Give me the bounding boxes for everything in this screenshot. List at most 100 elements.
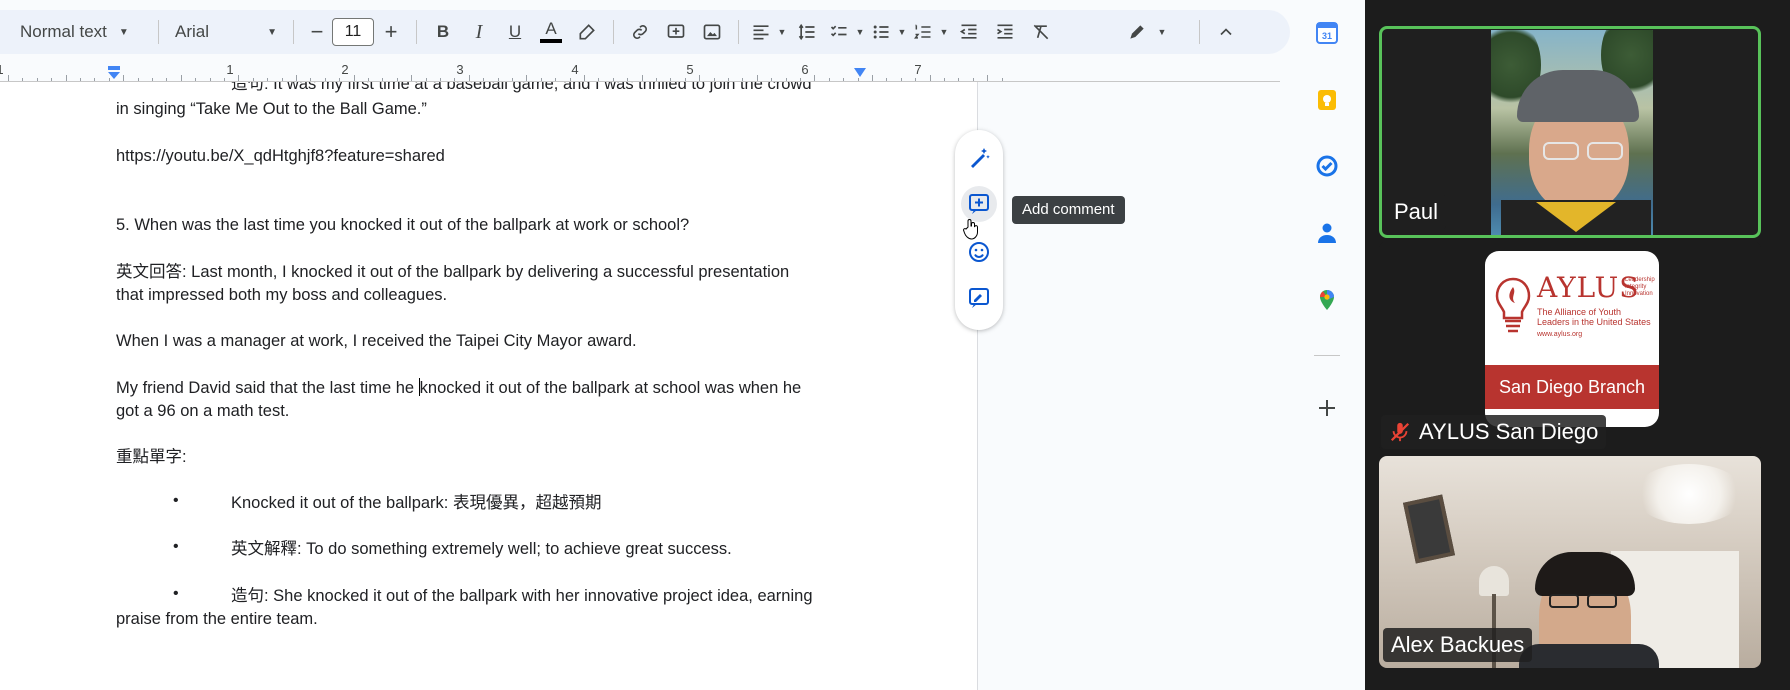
horizontal-ruler[interactable]: 1 1 2 3 4 5 6 7: [0, 62, 1280, 82]
help-me-write-icon[interactable]: [961, 140, 997, 176]
aylus-logo: AYLUS Leadership Integrity Innovation Th…: [1485, 251, 1659, 427]
ruler-tick: [238, 75, 240, 81]
chevron-down-icon[interactable]: ▼: [895, 16, 909, 48]
doc-question: 5. When was the last time you knocked it…: [116, 216, 690, 234]
chevron-down-icon[interactable]: ▼: [775, 16, 789, 48]
rail-divider: [1314, 355, 1340, 356]
toolbar-divider: [293, 20, 294, 44]
ruler-tick: [670, 78, 672, 81]
participant-name: Alex Backues: [1383, 628, 1533, 662]
ruler-tick: [209, 78, 211, 81]
ruler-tick: [281, 78, 283, 81]
text-color-icon[interactable]: A: [533, 16, 569, 48]
document-page[interactable]: • 造句: It was my first time at a baseball…: [0, 82, 978, 690]
toolbar-divider: [158, 20, 159, 44]
link-icon[interactable]: [622, 16, 658, 48]
ruler-tick: [843, 78, 845, 81]
style-select[interactable]: Normal text ▼: [0, 16, 150, 48]
doc-line: My friend David said that the last time …: [116, 377, 801, 400]
font-size-input[interactable]: 11: [332, 18, 374, 46]
bold-icon[interactable]: B: [425, 16, 461, 48]
glasses: [1543, 142, 1579, 160]
text-color-swatch: [540, 39, 562, 43]
participant-tile-paul[interactable]: Paul: [1379, 26, 1761, 238]
doc-text: My friend David said that the last time …: [116, 379, 419, 397]
suggest-edits-icon[interactable]: [961, 280, 997, 316]
decrease-font-size-button[interactable]: −: [302, 16, 332, 48]
doc-line: 造句: She knocked it out of the ballpark w…: [231, 587, 813, 605]
ruler-tick: [65, 75, 67, 81]
add-icon[interactable]: [1314, 395, 1340, 421]
ruler-tick: [195, 78, 197, 81]
ruler-tick: [555, 78, 557, 81]
mouse-pointer-icon: [963, 219, 978, 240]
contacts-icon[interactable]: [1314, 220, 1340, 246]
docs-editor: Normal text ▼ Arial ▼ − 11 + B I U A ▼ ▼…: [0, 0, 1365, 690]
ruler-tick: [886, 78, 888, 81]
glasses: [1549, 594, 1579, 608]
ruler-tick: [382, 78, 384, 81]
ruler-tick: [22, 78, 24, 81]
chevron-down-icon[interactable]: ▼: [853, 16, 867, 48]
editing-mode-icon[interactable]: [1119, 16, 1155, 48]
ruler-tick: [728, 78, 729, 81]
decrease-indent-icon[interactable]: [951, 16, 987, 48]
ruler-tick: [483, 78, 485, 81]
doc-line: 英文解釋: To do something extremely well; to…: [231, 540, 732, 558]
italic-icon[interactable]: I: [461, 16, 497, 48]
participant-tile-aylus[interactable]: AYLUS Leadership Integrity Innovation Th…: [1379, 241, 1761, 453]
ruler-tick: [180, 75, 182, 81]
numbered-list-icon[interactable]: [909, 16, 937, 48]
align-icon[interactable]: [747, 16, 775, 48]
aylus-url: www.aylus.org: [1537, 331, 1583, 338]
add-comment-icon[interactable]: [961, 186, 997, 222]
highlight-icon[interactable]: [569, 16, 605, 48]
collapse-toolbar-icon[interactable]: [1208, 16, 1244, 48]
ruler-tick: [296, 75, 297, 81]
doc-link[interactable]: https://youtu.be/X_qdHtghjf8?feature=sha…: [116, 145, 445, 168]
ruler-tick: [224, 78, 225, 81]
ruler-tick: [368, 78, 369, 81]
bullet-list-icon[interactable]: [867, 16, 895, 48]
clear-formatting-icon[interactable]: [1023, 16, 1059, 48]
participant-video: [1491, 30, 1653, 235]
insert-comment-icon[interactable]: [658, 16, 694, 48]
ruler-tick: [123, 75, 125, 81]
calendar-icon[interactable]: 31: [1314, 20, 1340, 46]
ruler-tick: [958, 78, 960, 81]
chevron-down-icon[interactable]: ▼: [937, 16, 951, 48]
ruler-tick: [713, 78, 715, 81]
ruler-tick: [166, 78, 168, 81]
tasks-icon[interactable]: [1314, 153, 1340, 179]
ruler-tick: [36, 78, 38, 81]
ruler-right-indent-icon[interactable]: [852, 68, 868, 80]
text-color-glyph: A: [545, 19, 557, 38]
keep-icon[interactable]: [1314, 87, 1340, 113]
ruler-tick: [497, 78, 499, 81]
insert-image-icon[interactable]: [694, 16, 730, 48]
ruler-tick: [1001, 78, 1003, 81]
ruler-number: 4: [571, 62, 579, 77]
increase-indent-icon[interactable]: [987, 16, 1023, 48]
font-select[interactable]: Arial ▼: [167, 16, 285, 48]
doc-text: knocked it out of the ballpark at school…: [419, 379, 802, 397]
line-spacing-icon[interactable]: [789, 16, 825, 48]
participant-tile-alex[interactable]: Alex Backues: [1379, 456, 1761, 668]
checklist-icon[interactable]: [825, 16, 853, 48]
ruler-tick: [900, 78, 902, 81]
maps-icon[interactable]: [1314, 287, 1340, 313]
ruler-tick: [425, 78, 427, 81]
ruler-tick: [814, 75, 816, 81]
font-select-label: Arial: [175, 22, 210, 41]
ruler-number: 7: [914, 62, 922, 77]
ruler-number: 1: [226, 62, 234, 77]
underline-icon[interactable]: U: [497, 16, 533, 48]
lamp: [1479, 566, 1509, 596]
ruler-tick: [684, 78, 686, 81]
chevron-down-icon[interactable]: ▼: [1155, 16, 1169, 48]
glasses: [1587, 142, 1623, 160]
increase-font-size-button[interactable]: +: [374, 16, 408, 48]
side-panel-rail: 31: [1290, 0, 1365, 690]
ruler-tick: [627, 78, 629, 81]
ruler-tick: [929, 75, 931, 81]
